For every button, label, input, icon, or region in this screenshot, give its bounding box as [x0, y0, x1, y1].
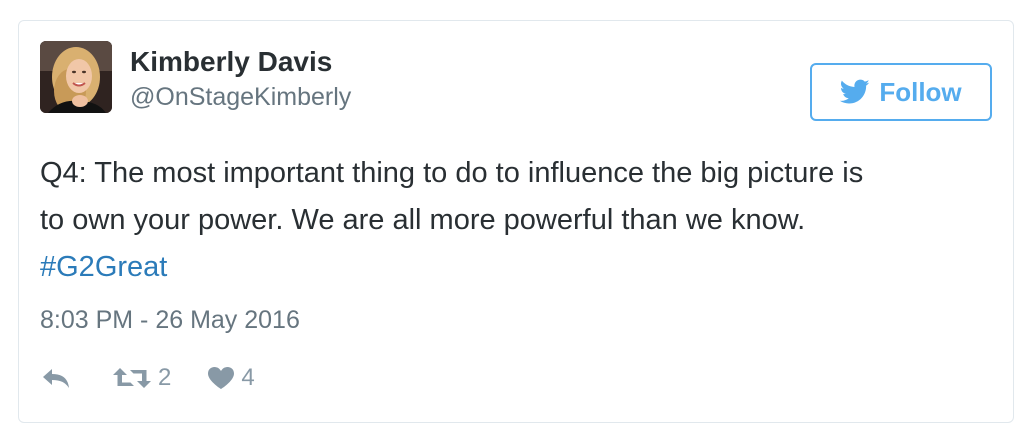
- avatar-photo: [40, 41, 112, 113]
- retweet-icon: [113, 368, 151, 388]
- retweet-count: 2: [158, 364, 172, 391]
- tweet-text-line: to own your power. We are all more power…: [40, 204, 806, 236]
- like-count: 4: [241, 364, 255, 391]
- hashtag-link[interactable]: #G2Great: [40, 251, 167, 283]
- user-fullname[interactable]: Kimberly Davis: [130, 45, 351, 79]
- twitter-bird-icon: [840, 79, 870, 104]
- tweet-text: Q4: The most important thing to do to in…: [40, 150, 980, 291]
- user-handle[interactable]: @OnStageKimberly: [130, 81, 351, 113]
- like-button[interactable]: 4: [207, 360, 255, 396]
- reply-button[interactable]: [40, 366, 72, 390]
- heart-icon: [208, 367, 235, 389]
- user-names: Kimberly Davis @OnStageKimberly: [130, 45, 351, 113]
- follow-button[interactable]: Follow: [810, 63, 992, 121]
- follow-label: Follow: [879, 76, 962, 107]
- tweet-text-line: Q4: The most important thing to do to in…: [40, 157, 864, 189]
- avatar[interactable]: [40, 41, 112, 113]
- retweet-button[interactable]: 2: [112, 360, 171, 396]
- tweet-header: Kimberly Davis @OnStageKimberly Follow: [40, 41, 992, 121]
- tweet-timestamp[interactable]: 8:03 PM - 26 May 2016: [40, 302, 300, 338]
- tweet-actions: 2 4: [40, 360, 255, 396]
- reply-icon: [43, 369, 69, 388]
